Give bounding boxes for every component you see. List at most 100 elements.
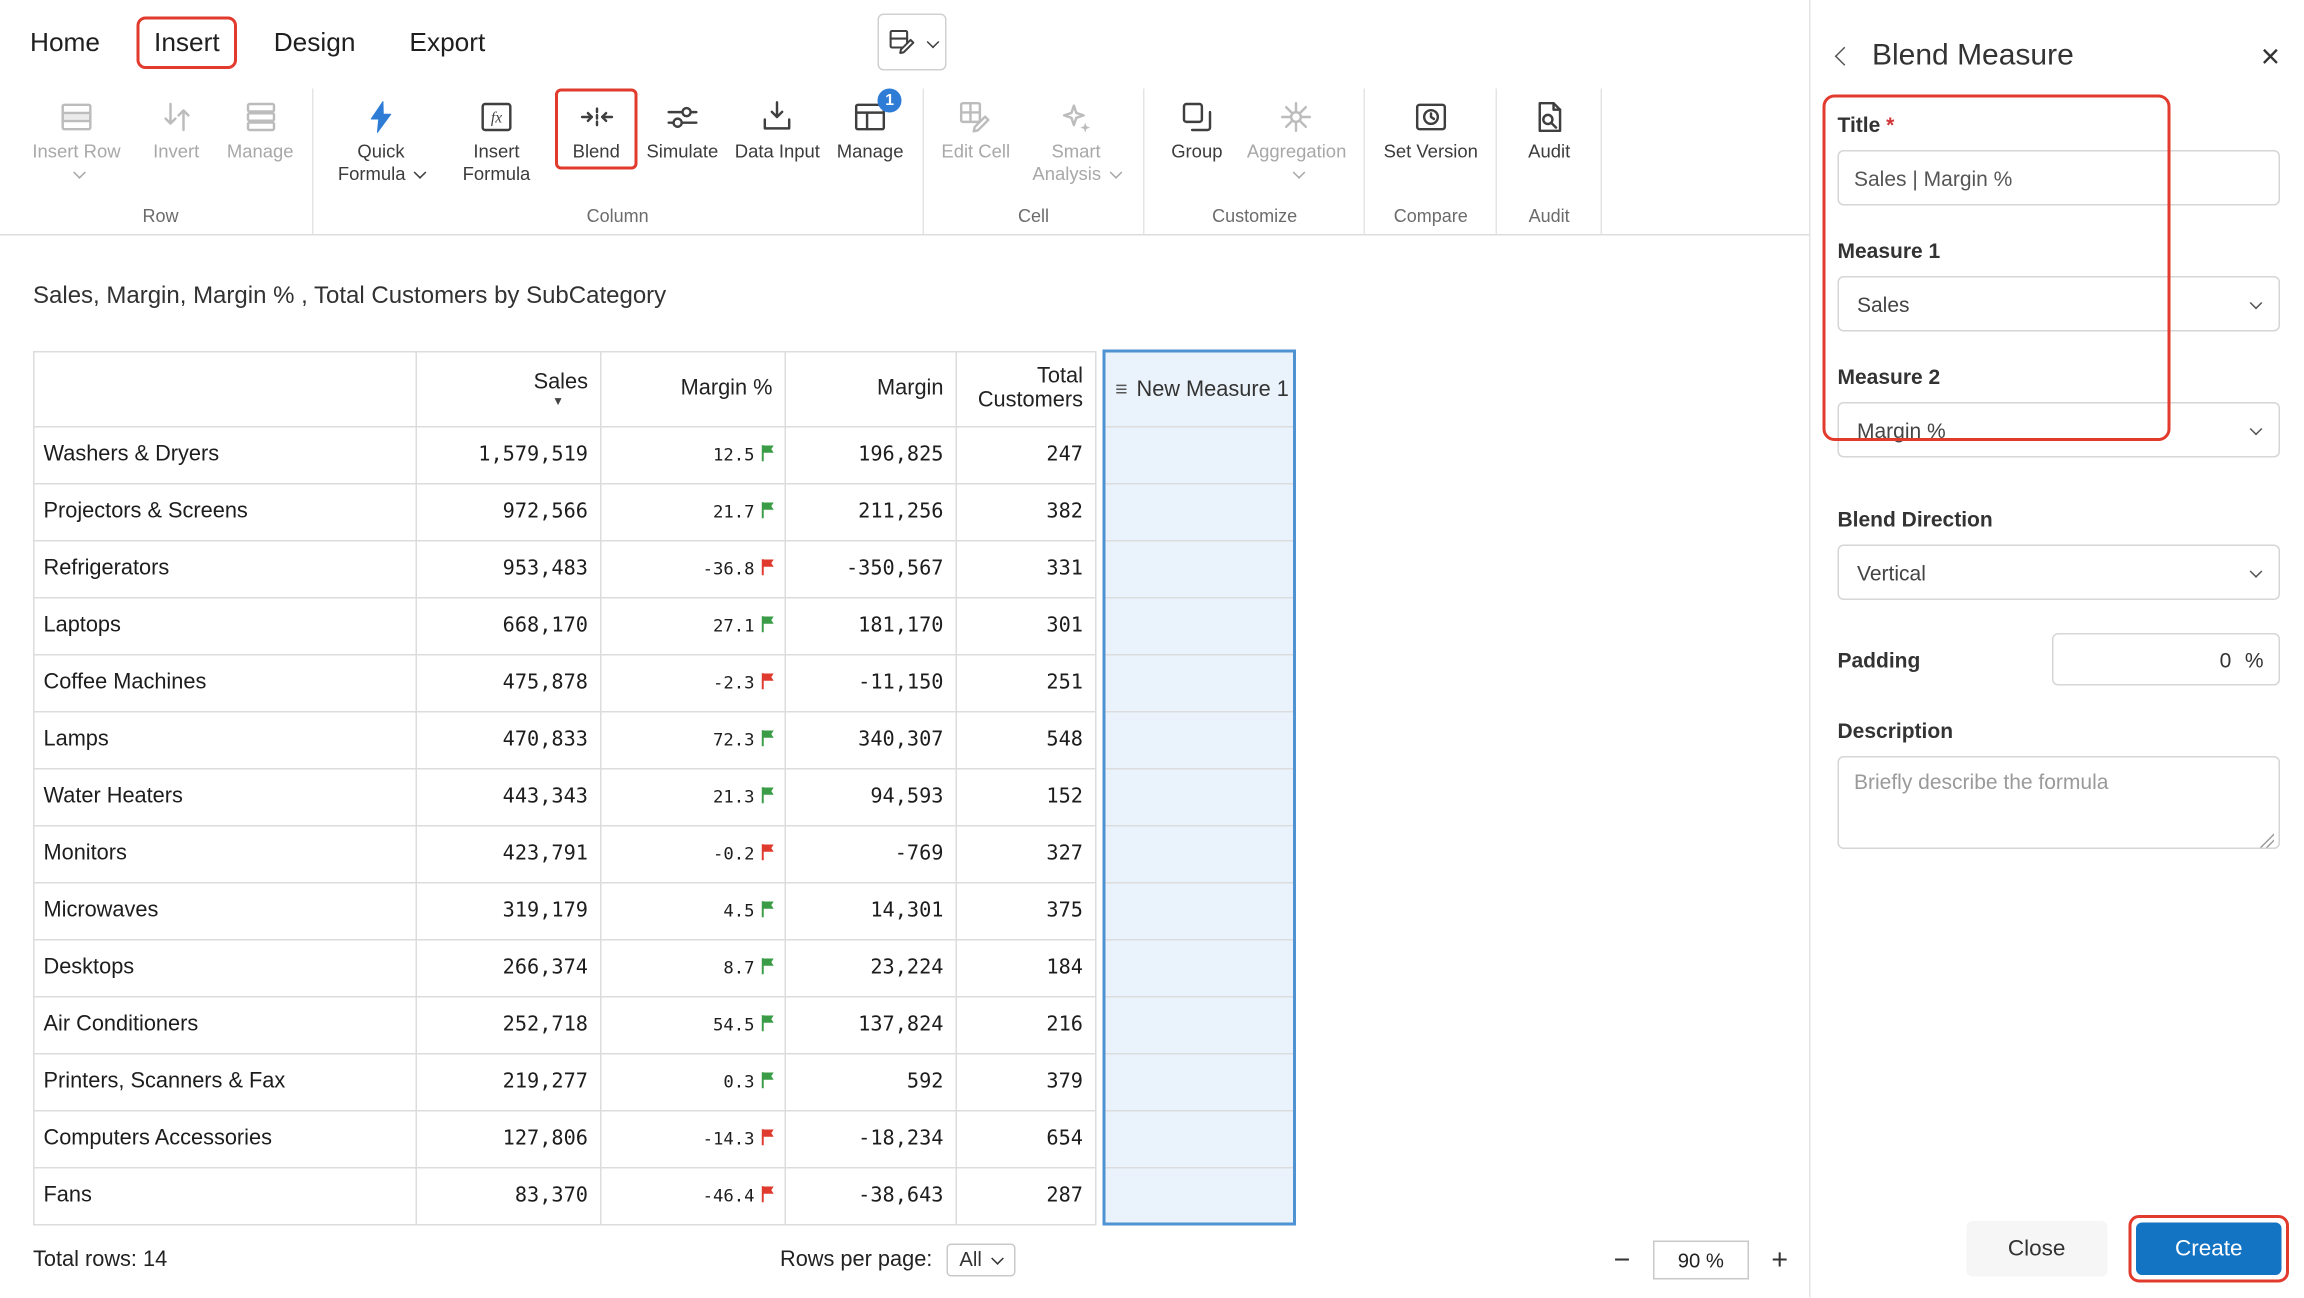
cell-margin-pct[interactable]: 0.3 [600, 1052, 786, 1111]
cell-rowlabel[interactable]: Fans [33, 1166, 417, 1225]
tab-export[interactable]: Export [391, 17, 503, 70]
ribbon-button-blend[interactable]: Blend [555, 88, 638, 170]
cell-sales[interactable]: 252,718 [415, 995, 602, 1054]
tab-design[interactable]: Design [256, 17, 374, 70]
cell-margin-pct[interactable]: 72.3 [600, 710, 786, 769]
cell-margin[interactable]: 211,256 [784, 482, 957, 541]
cell-margin[interactable]: -18,234 [784, 1109, 957, 1168]
cell-sales[interactable]: 953,483 [415, 539, 602, 598]
cell-margin[interactable]: -350,567 [784, 539, 957, 598]
zoom-level[interactable]: 90 % [1652, 1241, 1749, 1281]
cell-rowlabel[interactable]: Coffee Machines [33, 653, 417, 712]
cell-total-customers[interactable]: 301 [955, 596, 1097, 655]
cell-margin[interactable]: 23,224 [784, 938, 957, 997]
cell-sales[interactable]: 423,791 [415, 824, 602, 883]
cell-new-measure[interactable] [1101, 596, 1296, 655]
cell-new-measure[interactable] [1101, 710, 1296, 769]
cell-margin-pct[interactable]: -14.3 [600, 1109, 786, 1168]
cell-new-measure[interactable] [1101, 482, 1296, 541]
close-button[interactable]: Close [1965, 1221, 2108, 1278]
cell-rowlabel[interactable]: Monitors [33, 824, 417, 883]
cell-new-measure[interactable] [1101, 425, 1296, 484]
cell-total-customers[interactable]: 654 [955, 1109, 1097, 1168]
cell-margin[interactable]: 340,307 [784, 710, 957, 769]
cell-rowlabel[interactable]: Desktops [33, 938, 417, 997]
cell-rowlabel[interactable]: Refrigerators [33, 539, 417, 598]
ribbon-button-manage[interactable]: 1 Manage [829, 88, 912, 170]
ribbon-button-group[interactable]: Group [1156, 89, 1239, 170]
rows-per-page-select[interactable]: All [945, 1244, 1015, 1278]
cell-new-measure[interactable] [1101, 1109, 1296, 1168]
cell-total-customers[interactable]: 247 [955, 425, 1097, 484]
cell-margin[interactable]: 137,824 [784, 995, 957, 1054]
cell-margin-pct[interactable]: 21.3 [600, 767, 786, 826]
blend-direction-select[interactable]: Vertical [1837, 544, 2280, 600]
ribbon-button-audit[interactable]: Audit [1508, 89, 1591, 170]
ribbon-button-quick-formula[interactable]: Quick Formula [324, 89, 438, 193]
cell-total-customers[interactable]: 382 [955, 482, 1097, 541]
cell-margin[interactable]: 14,301 [784, 881, 957, 940]
cell-margin[interactable]: 196,825 [784, 425, 957, 484]
edit-mode-button[interactable] [877, 13, 947, 71]
cell-margin-pct[interactable]: 4.5 [600, 881, 786, 940]
title-input[interactable] [1837, 150, 2280, 206]
column-header-sales[interactable]: Sales ▼ [415, 350, 602, 427]
cell-rowlabel[interactable]: Printers, Scanners & Fax [33, 1052, 417, 1111]
cell-rowlabel[interactable]: Computers Accessories [33, 1109, 417, 1168]
description-textarea[interactable] [1837, 756, 2280, 849]
cell-new-measure[interactable] [1101, 539, 1296, 598]
close-icon[interactable]: × [2261, 39, 2280, 73]
cell-margin-pct[interactable]: -36.8 [600, 539, 786, 598]
column-header-new-measure-1[interactable]: ≡ New Measure 1 [1101, 349, 1296, 427]
measure2-select[interactable]: Margin % [1837, 402, 2280, 458]
padding-input[interactable] [2111, 647, 2232, 672]
cell-new-measure[interactable] [1101, 881, 1296, 940]
tab-insert[interactable]: Insert [136, 16, 238, 69]
cell-new-measure[interactable] [1101, 824, 1296, 883]
cell-new-measure[interactable] [1101, 1166, 1296, 1226]
ribbon-button-simulate[interactable]: Simulate [639, 89, 726, 170]
zoom-in-button[interactable]: + [1771, 1246, 1788, 1275]
cell-margin-pct[interactable]: 8.7 [600, 938, 786, 997]
cell-new-measure[interactable] [1101, 1052, 1296, 1111]
cell-total-customers[interactable]: 375 [955, 881, 1097, 940]
cell-margin[interactable]: -11,150 [784, 653, 957, 712]
cell-margin-pct[interactable]: 27.1 [600, 596, 786, 655]
measure1-select[interactable]: Sales [1837, 276, 2280, 332]
cell-margin-pct[interactable]: 12.5 [600, 425, 786, 484]
cell-margin[interactable]: 94,593 [784, 767, 957, 826]
cell-total-customers[interactable]: 216 [955, 995, 1097, 1054]
cell-sales[interactable]: 266,374 [415, 938, 602, 997]
cell-sales[interactable]: 972,566 [415, 482, 602, 541]
cell-total-customers[interactable]: 184 [955, 938, 1097, 997]
tab-home[interactable]: Home [12, 17, 118, 70]
cell-rowlabel[interactable]: Water Heaters [33, 767, 417, 826]
cell-sales[interactable]: 668,170 [415, 596, 602, 655]
cell-rowlabel[interactable]: Laptops [33, 596, 417, 655]
cell-sales[interactable]: 1,579,519 [415, 425, 602, 484]
cell-new-measure[interactable] [1101, 938, 1296, 997]
cell-total-customers[interactable]: 379 [955, 1052, 1097, 1111]
cell-total-customers[interactable]: 327 [955, 824, 1097, 883]
cell-margin[interactable]: 592 [784, 1052, 957, 1111]
ribbon-button-data-input[interactable]: Data Input [727, 89, 827, 170]
cell-margin-pct[interactable]: -0.2 [600, 824, 786, 883]
back-button[interactable] [1834, 46, 1854, 66]
cell-new-measure[interactable] [1101, 653, 1296, 712]
cell-margin-pct[interactable]: -46.4 [600, 1166, 786, 1225]
cell-margin-pct[interactable]: -2.3 [600, 653, 786, 712]
column-header-total-customers[interactable]: Total Customers [955, 350, 1097, 427]
column-header-margin[interactable]: Margin [784, 350, 957, 427]
cell-sales[interactable]: 219,277 [415, 1052, 602, 1111]
cell-margin-pct[interactable]: 54.5 [600, 995, 786, 1054]
ribbon-button-insert-formula[interactable]: fx Insert Formula [440, 89, 554, 193]
cell-new-measure[interactable] [1101, 767, 1296, 826]
cell-rowlabel[interactable]: Lamps [33, 710, 417, 769]
zoom-out-button[interactable]: − [1614, 1246, 1631, 1275]
cell-total-customers[interactable]: 331 [955, 539, 1097, 598]
cell-margin[interactable]: 181,170 [784, 596, 957, 655]
cell-rowlabel[interactable]: Projectors & Screens [33, 482, 417, 541]
cell-total-customers[interactable]: 152 [955, 767, 1097, 826]
cell-sales[interactable]: 470,833 [415, 710, 602, 769]
cell-sales[interactable]: 475,878 [415, 653, 602, 712]
